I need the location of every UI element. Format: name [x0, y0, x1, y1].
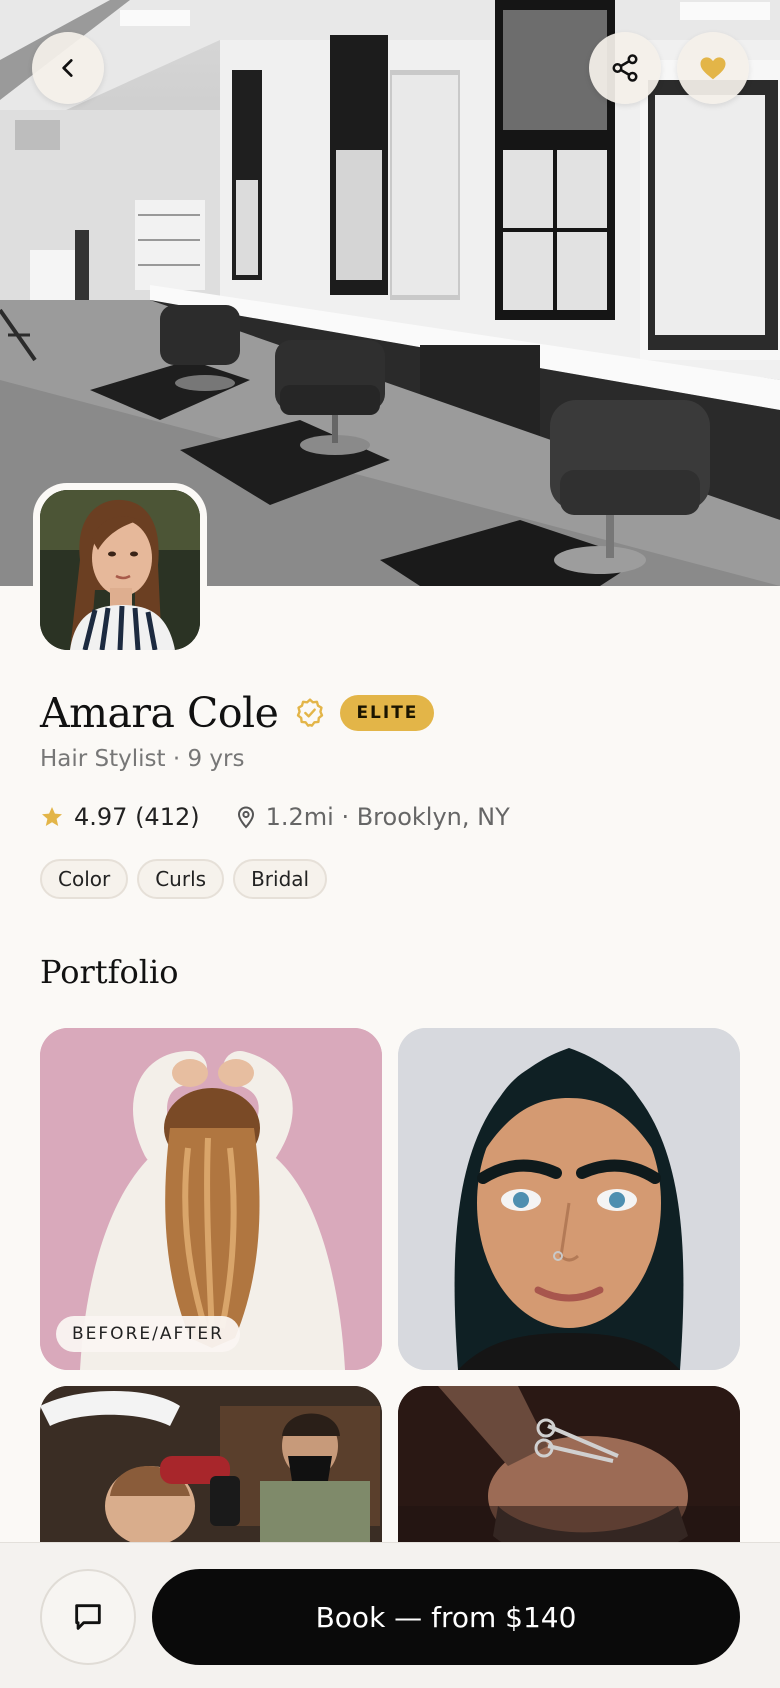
role-experience: Hair Stylist · 9 yrs: [40, 746, 245, 772]
map-pin-icon: [237, 806, 254, 829]
tag-bridal[interactable]: Bridal: [233, 859, 328, 899]
chevron-left-icon: [62, 59, 73, 77]
share-icon: [612, 54, 638, 82]
share-button[interactable]: [589, 32, 661, 104]
book-button[interactable]: Book — from $140: [152, 1569, 740, 1665]
avatar: [33, 483, 207, 657]
verified-badge-icon: [297, 698, 324, 727]
tag-color[interactable]: Color: [40, 859, 129, 899]
message-button[interactable]: [40, 1569, 136, 1665]
stylist-name: Amara Cole: [40, 689, 279, 737]
before-after-label: BEFORE/AFTER: [56, 1316, 240, 1352]
tag-curls[interactable]: Curls: [137, 859, 225, 899]
avatar-photo: [40, 490, 200, 650]
portfolio-title: Portfolio: [40, 953, 179, 991]
back-button[interactable]: [32, 32, 104, 104]
portfolio-tile-portrait[interactable]: [398, 1028, 740, 1370]
favorite-button[interactable]: [677, 32, 749, 104]
rating-text: 4.97 (412): [74, 803, 200, 831]
bottom-action-bar: Book — from $140: [0, 1542, 780, 1688]
heart-icon: [700, 57, 726, 80]
chat-bubble-icon: [75, 1604, 101, 1630]
stats-row: 4.97 (412) 1.2mi · Brooklyn, NY: [40, 801, 510, 833]
location-text: 1.2mi · Brooklyn, NY: [265, 803, 510, 831]
specialty-tags: Color Curls Bridal: [40, 859, 328, 899]
star-icon: [42, 807, 62, 826]
name-row: Amara Cole ELITE: [40, 686, 435, 740]
portfolio-tile-long-hair[interactable]: BEFORE/AFTER: [40, 1028, 382, 1370]
elite-badge: ELITE: [340, 695, 435, 731]
